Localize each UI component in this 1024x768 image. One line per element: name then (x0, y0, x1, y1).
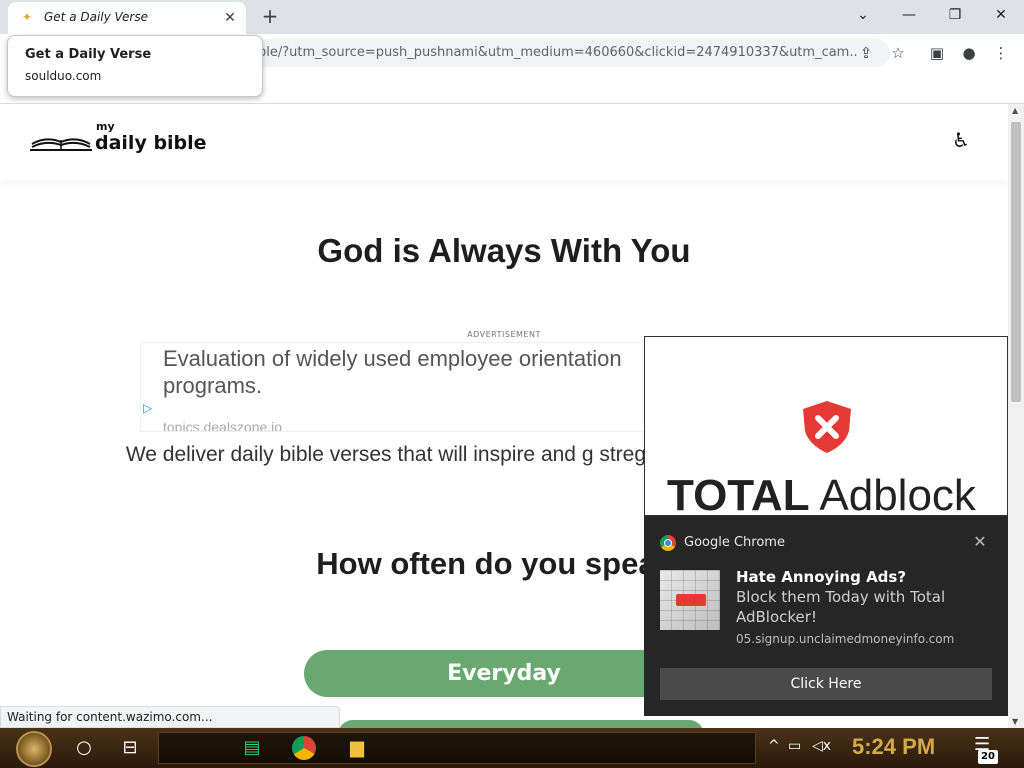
tab-close-button[interactable]: ✕ (220, 8, 240, 28)
volume-muted-icon[interactable]: ◁x (812, 738, 831, 754)
notification-count-badge: 20 (978, 750, 998, 764)
search-circle-icon[interactable]: ○ (72, 736, 96, 760)
tab-hover-card: Get a Daily Verse soulduo.com (7, 35, 263, 97)
notification-body: Block them Today with Total AdBlocker! (736, 588, 946, 626)
adblock-brand: TOTAL Adblock (667, 471, 976, 516)
chrome-taskbar-icon[interactable] (292, 736, 316, 760)
open-book-icon (30, 138, 92, 151)
brand-light: Adblock (809, 471, 976, 516)
site-header: my daily bible ♿ (0, 104, 1008, 180)
minimize-button[interactable]: — (886, 4, 932, 26)
shield-x-icon (803, 401, 851, 453)
status-bar: Waiting for content.wazimo.com... (0, 706, 340, 728)
page-heading: God is Always With You (317, 232, 691, 269)
hover-card-title: Get a Daily Verse (25, 47, 152, 62)
start-button[interactable] (16, 731, 52, 767)
scroll-down-icon[interactable]: ▼ (1012, 717, 1018, 726)
notification-app-name: Google Chrome (684, 535, 785, 550)
chrome-notification[interactable]: Google Chrome ✕ Hate Annoying Ads? Block… (644, 516, 1008, 716)
chrome-logo-icon (660, 535, 676, 551)
share-icon[interactable]: ⇪ (855, 42, 877, 64)
taskbar: ○ ⊟ ▤ ▆ ^ ▭ ◁x 5:24 PM ☰ 20 (0, 728, 1024, 768)
adblock-popup[interactable]: TOTAL Adblock (644, 336, 1008, 516)
tab-search-icon[interactable]: ⌄ (840, 4, 886, 26)
ad-banner[interactable]: Evaluation of widely used employee orien… (140, 342, 650, 432)
bookmark-star-icon[interactable]: ☆ (887, 42, 909, 64)
notification-close-icon[interactable]: ✕ (970, 532, 990, 551)
sheets-app-icon[interactable]: ▤ (240, 736, 264, 760)
side-panel-icon[interactable]: ▣ (926, 42, 948, 64)
tray-expand-icon[interactable]: ^ (768, 738, 780, 754)
second-option-button[interactable] (338, 720, 704, 728)
scroll-up-icon[interactable]: ▲ (1012, 106, 1018, 115)
notification-title: Hate Annoying Ads? (736, 568, 907, 586)
scrollbar-thumb[interactable] (1011, 122, 1021, 402)
tab-active[interactable]: ✦ Get a Daily Verse ✕ (8, 2, 246, 34)
tab-strip: ✦ Get a Daily Verse ✕ + ⌄ — ❐ ✕ (0, 0, 1024, 34)
notification-source: 05.signup.unclaimedmoneyinfo.com (736, 632, 955, 646)
tab-title: Get a Daily Verse (44, 10, 149, 24)
file-explorer-icon[interactable]: ▆ (345, 736, 369, 760)
menu-kebab-icon[interactable]: ⋮ (990, 42, 1012, 64)
adchoices-icon[interactable]: ▷ (143, 401, 152, 415)
brand-bold: TOTAL (667, 471, 810, 516)
network-icon[interactable]: ▭ (788, 738, 801, 754)
profile-avatar-icon[interactable]: ● (958, 42, 980, 64)
close-window-button[interactable]: ✕ (978, 4, 1024, 26)
favicon-icon: ✦ (22, 10, 33, 24)
accessibility-icon[interactable]: ♿ (949, 128, 973, 152)
red-key-icon (676, 594, 706, 606)
restore-button[interactable]: ❐ (932, 4, 978, 26)
logo-main-text[interactable]: daily bible (95, 132, 207, 154)
keyboard-image (660, 570, 720, 630)
hover-card-domain: soulduo.com (25, 69, 102, 83)
page-scrollbar[interactable]: ▲ ▼ (1008, 104, 1024, 728)
task-view-icon[interactable]: ⊟ (118, 736, 142, 760)
taskbar-clock[interactable]: 5:24 PM (852, 734, 935, 760)
new-tab-button[interactable]: + (258, 5, 282, 29)
url-text: ble/?utm_source=push_pushnami&utm_medium… (258, 45, 858, 60)
click-here-button[interactable]: Click Here (660, 668, 992, 700)
ad-text[interactable]: Evaluation of widely used employee orien… (163, 345, 643, 399)
ad-domain[interactable]: topics.dealszone.io (163, 419, 282, 431)
